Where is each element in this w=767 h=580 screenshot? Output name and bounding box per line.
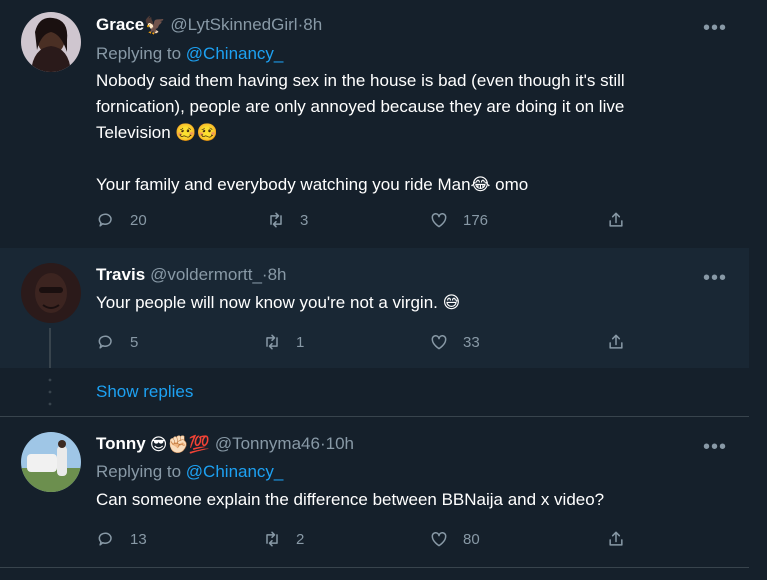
display-name[interactable]: Travis — [96, 265, 145, 285]
reply-icon — [98, 532, 112, 546]
reply-button[interactable]: 5 — [96, 332, 138, 352]
tweet-header: Travis @voldermortt_ · 8h — [96, 265, 287, 285]
tweet-travis[interactable]: Travis @voldermortt_ · 8h ••• Your peopl… — [0, 248, 749, 368]
reply-button[interactable]: 20 — [96, 210, 147, 230]
show-replies-link[interactable]: Show replies — [96, 382, 193, 402]
reply-count: 20 — [130, 211, 147, 229]
replying-to-label: Replying to — [96, 462, 182, 481]
reply-icon — [98, 213, 112, 227]
retweet-count: 2 — [296, 530, 305, 548]
tweet-line: Your family and everybody watching you r… — [96, 175, 529, 194]
user-handle[interactable]: @voldermortt_ — [150, 265, 262, 285]
tweet-line: Nobody said them having sex in the house… — [96, 71, 625, 90]
heart-icon — [431, 212, 447, 228]
tweet-line: Can someone explain the difference betwe… — [96, 490, 605, 509]
like-button[interactable]: 33 — [429, 332, 480, 352]
share-button[interactable] — [606, 529, 626, 549]
retweet-button[interactable]: 2 — [262, 529, 304, 549]
timestamp[interactable]: 8h — [303, 15, 322, 35]
tweet-text: Nobody said them having sex in the house… — [96, 68, 696, 198]
avatar-travis-image — [21, 263, 81, 323]
share-icon — [609, 334, 623, 349]
reply-count: 5 — [130, 333, 139, 351]
display-name[interactable]: Tonny — [96, 434, 146, 454]
eagle-emoji: 🦅 — [144, 15, 166, 35]
share-button[interactable] — [606, 332, 626, 352]
retweet-icon — [266, 334, 278, 350]
mention-link[interactable]: @Chinancy_ — [186, 44, 284, 63]
replying-to-label: Replying to — [96, 44, 182, 63]
avatar[interactable] — [21, 263, 81, 323]
tweet-text: Can someone explain the difference betwe… — [96, 487, 696, 513]
avatar-tonny-image — [21, 432, 81, 492]
avatar[interactable] — [21, 12, 81, 72]
like-button[interactable]: 80 — [429, 529, 480, 549]
retweet-icon — [270, 212, 282, 228]
tweet-header: Tonny 😎 ✊🏻 💯 @Tonnyma46 · 10h — [96, 434, 354, 454]
heart-icon — [431, 334, 447, 350]
mention-link[interactable]: @Chinancy_ — [186, 462, 284, 481]
sunglasses-emoji: 😎 — [149, 434, 168, 454]
scrollbar[interactable] — [749, 0, 767, 580]
avatar[interactable] — [21, 432, 81, 492]
retweet-count: 1 — [296, 333, 305, 351]
user-handle[interactable]: @LytSkinnedGirl — [170, 15, 297, 35]
replying-to: Replying to @Chinancy_ — [96, 462, 283, 482]
more-options-button[interactable]: ••• — [703, 18, 727, 38]
share-button[interactable] — [606, 210, 626, 230]
reply-count: 13 — [130, 530, 147, 548]
more-options-button[interactable]: ••• — [703, 268, 727, 288]
like-count: 33 — [463, 333, 480, 351]
raised-fist-emoji: ✊🏻 — [167, 434, 189, 454]
thread-line — [49, 328, 51, 368]
reply-button[interactable]: 13 — [96, 529, 147, 549]
tweet-actions: 13 2 80 — [96, 529, 636, 553]
retweet-icon — [266, 531, 278, 547]
tweet-actions: 5 1 33 — [96, 332, 636, 356]
divider — [0, 567, 749, 568]
heart-icon — [431, 531, 447, 547]
tweet-actions: 20 3 176 — [96, 210, 636, 234]
avatar-grace-image — [21, 12, 81, 72]
reply-icon — [98, 335, 112, 349]
tweet-line: Your people will now know you're not a v… — [96, 293, 461, 312]
user-handle[interactable]: @Tonnyma46 — [215, 434, 320, 454]
hundred-points-emoji: 💯 — [188, 434, 210, 454]
tweet-line: Television 🥴🥴 — [96, 123, 218, 142]
thread-dots — [48, 378, 52, 406]
timestamp[interactable]: 10h — [326, 434, 354, 454]
retweet-button[interactable]: 3 — [266, 210, 308, 230]
tweet-grace[interactable]: Grace 🦅 @LytSkinnedGirl · 8h ••• Replyin… — [0, 0, 749, 248]
share-icon — [609, 212, 623, 227]
like-count: 176 — [463, 211, 489, 229]
replying-to: Replying to @Chinancy_ — [96, 44, 283, 64]
display-name[interactable]: Grace — [96, 15, 144, 35]
tweet-line: fornication), people are only annoyed be… — [96, 97, 625, 116]
timestamp[interactable]: 8h — [268, 265, 287, 285]
tweet-tonny[interactable]: Tonny 😎 ✊🏻 💯 @Tonnyma46 · 10h ••• Replyi… — [0, 417, 749, 567]
tweet-header: Grace 🦅 @LytSkinnedGirl · 8h — [96, 15, 322, 35]
like-count: 80 — [463, 530, 480, 548]
retweet-count: 3 — [300, 211, 309, 229]
more-options-button[interactable]: ••• — [703, 437, 727, 457]
tweet-line — [96, 146, 696, 172]
like-button[interactable]: 176 — [429, 210, 488, 230]
retweet-button[interactable]: 1 — [262, 332, 304, 352]
tweet-text: Your people will now know you're not a v… — [96, 290, 696, 316]
share-icon — [609, 531, 623, 546]
